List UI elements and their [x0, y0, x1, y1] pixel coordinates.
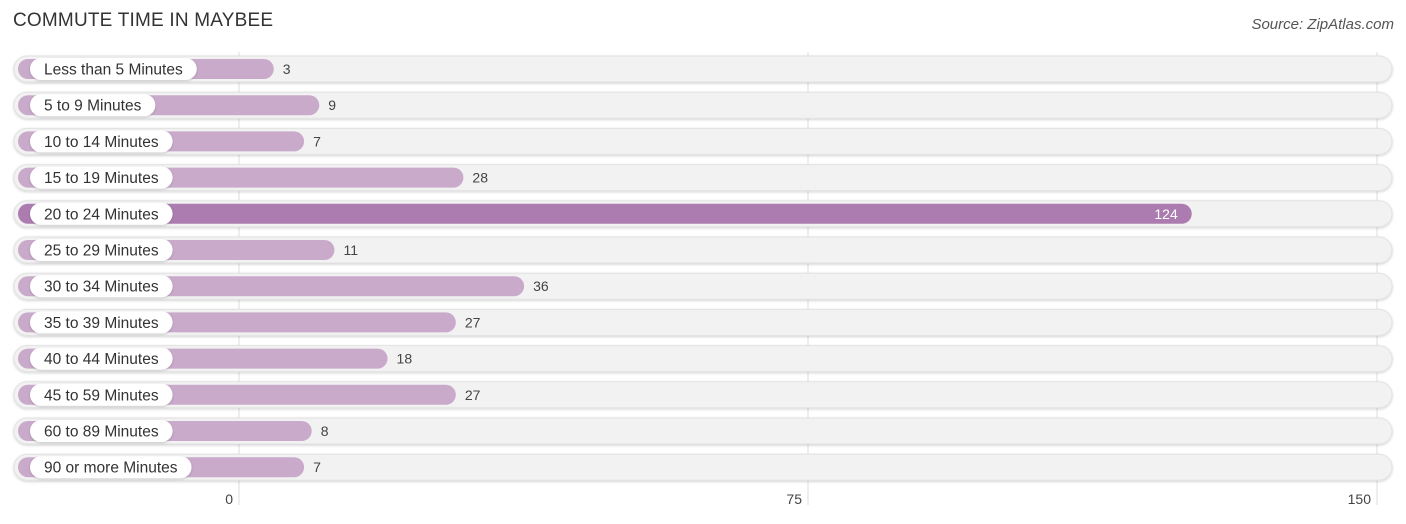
value-label: 11 [343, 242, 358, 258]
category-label: 10 to 14 Minutes [44, 134, 159, 151]
category-label: 40 to 44 Minutes [44, 351, 159, 368]
category-label: 25 to 29 Minutes [44, 243, 159, 260]
category-label: Less than 5 Minutes [44, 62, 183, 79]
value-label: 8 [321, 423, 329, 439]
bar[interactable] [18, 203, 1192, 224]
category-label: 60 to 89 Minutes [44, 424, 159, 441]
bar-row: 20 to 24 Minutes 124 [13, 200, 1393, 228]
x-tick-label: 0 [225, 491, 233, 507]
value-label: 124 [1154, 206, 1178, 222]
category-label: 45 to 59 Minutes [44, 387, 159, 404]
value-label: 7 [313, 133, 321, 149]
bar-row: 25 to 29 Minutes 11 [13, 236, 1393, 264]
value-label: 27 [465, 387, 481, 403]
x-tick-label: 75 [786, 491, 802, 507]
bar-row: 45 to 59 Minutes 27 [13, 381, 1393, 409]
value-label: 3 [283, 61, 291, 77]
value-label: 9 [328, 97, 336, 113]
bar-row: 40 to 44 Minutes 18 [13, 345, 1393, 373]
x-tick-label: 150 [1348, 491, 1372, 507]
value-label: 36 [533, 278, 549, 294]
bar-chart: Less than 5 Minutes 3 5 to 9 Minutes 9 10 to… [13, 52, 1393, 507]
bar-row: 10 to 14 Minutes 7 [13, 127, 1393, 155]
bar-row: 90 or more Minutes 7 [13, 453, 1393, 481]
category-label: 35 to 39 Minutes [44, 315, 159, 332]
bar-row: 35 to 39 Minutes 27 [13, 308, 1393, 336]
value-label: 28 [472, 170, 488, 186]
category-label: 20 to 24 Minutes [44, 206, 159, 223]
value-label: 18 [397, 351, 413, 367]
category-label: 90 or more Minutes [44, 460, 178, 477]
bar-row: 15 to 19 Minutes 28 [13, 164, 1393, 192]
bar-row: 60 to 89 Minutes 8 [13, 417, 1393, 445]
value-label: 27 [465, 314, 481, 330]
bar-row: Less than 5 Minutes 3 [13, 55, 1393, 83]
bar-row: 30 to 34 Minutes 36 [13, 272, 1393, 300]
category-label: 30 to 34 Minutes [44, 279, 159, 296]
category-label: 5 to 9 Minutes [44, 98, 142, 115]
value-label: 7 [313, 459, 321, 475]
category-label: 15 to 19 Minutes [44, 170, 159, 187]
bar-row: 5 to 9 Minutes 9 [13, 91, 1393, 119]
